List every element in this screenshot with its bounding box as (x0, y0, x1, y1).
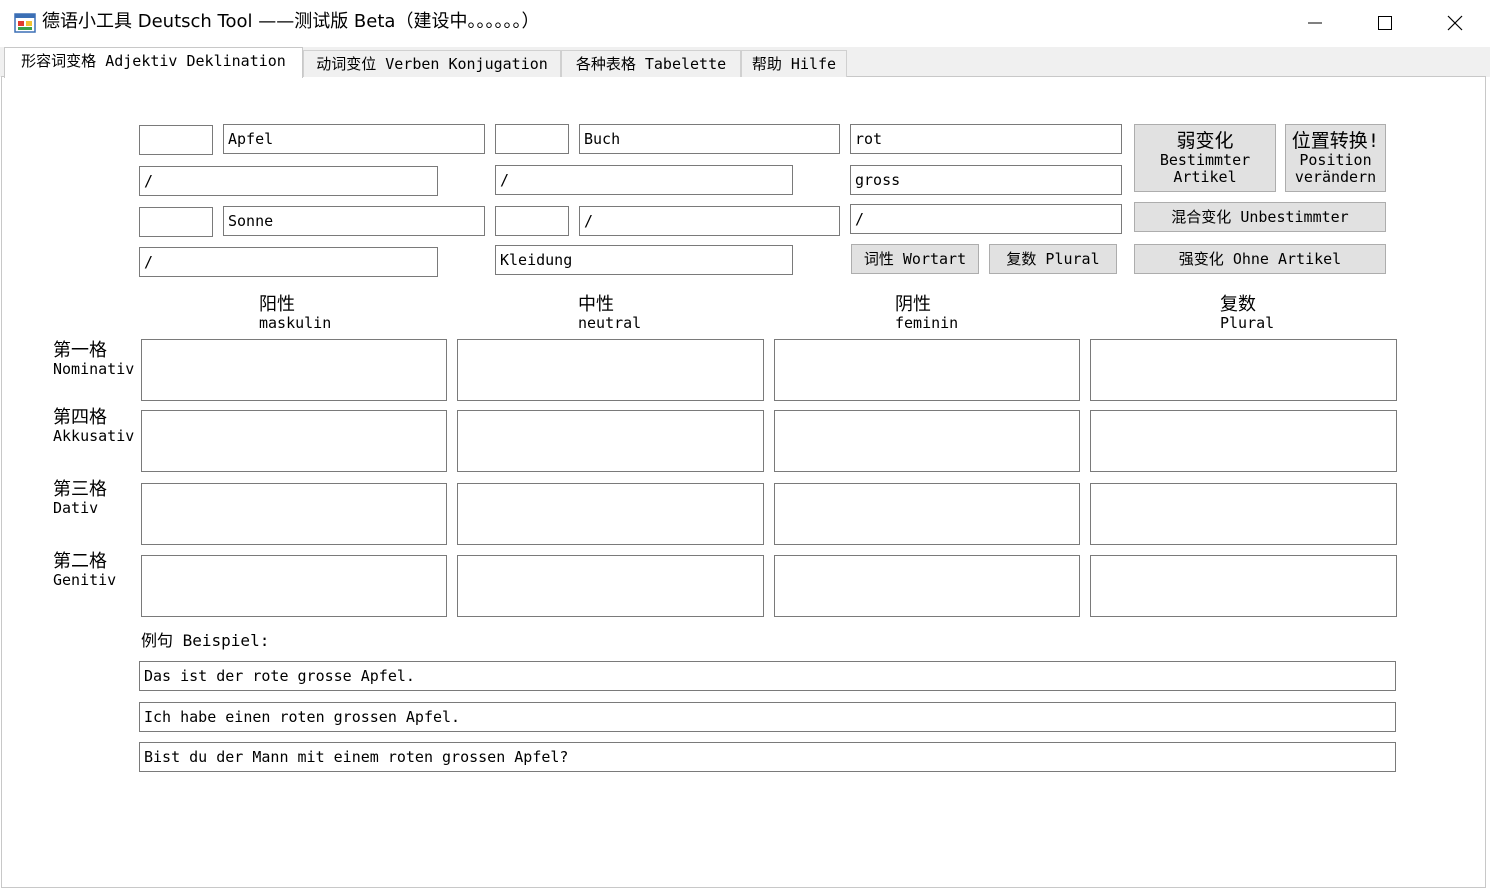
result-cell-nominativ-neutral[interactable] (457, 339, 764, 401)
weak-declension-button[interactable]: 弱变化 Bestimmter Artikel (1134, 124, 1276, 192)
plural-button[interactable]: 复数 Plural (989, 244, 1117, 274)
tab-adjektiv-deklination[interactable]: 形容词变格 Adjektiv Deklination (4, 47, 303, 78)
row4-mid-input[interactable] (495, 245, 793, 275)
mixed-declension-button[interactable]: 混合变化 Unbestimmter (1134, 202, 1386, 232)
result-cell-nominativ-plural[interactable] (1090, 339, 1397, 401)
row-header-nominativ: 第一格 Nominativ (53, 340, 135, 379)
column-header-plural: 复数 Plural (1220, 294, 1275, 333)
result-cell-akkusativ-neutral[interactable] (457, 410, 764, 472)
adjective-input-3[interactable] (850, 204, 1122, 234)
result-cell-nominativ-maskulin[interactable] (141, 339, 447, 401)
app-icon (14, 12, 36, 34)
tab-hilfe[interactable]: 帮助 Hilfe (741, 50, 847, 77)
result-cell-akkusativ-feminin[interactable] (774, 410, 1080, 472)
row-header-akkusativ: 第四格 Akkusativ (53, 407, 135, 446)
column-header-feminin: 阴性 feminin (895, 294, 959, 333)
column-header-neutral: 中性 neutral (578, 294, 642, 333)
tab-tabelette[interactable]: 各种表格 Tabelette (561, 50, 741, 77)
result-cell-akkusativ-maskulin[interactable] (141, 410, 447, 472)
position-swap-button[interactable]: 位置转换! Position verändern (1285, 124, 1386, 192)
wortart-button[interactable]: 词性 Wortart (851, 244, 979, 274)
article-input-1[interactable] (139, 125, 213, 155)
result-cell-genitiv-maskulin[interactable] (141, 555, 447, 617)
tab-verben-konjugation[interactable]: 动词变位 Verben Konjugation (303, 50, 561, 77)
noun-input-2[interactable] (579, 124, 840, 154)
result-cell-dativ-feminin[interactable] (774, 483, 1080, 545)
row2-left-input[interactable] (139, 166, 438, 196)
result-cell-nominativ-feminin[interactable] (774, 339, 1080, 401)
maximize-button[interactable] (1350, 0, 1420, 46)
result-cell-genitiv-neutral[interactable] (457, 555, 764, 617)
noun-input-1[interactable] (223, 124, 485, 154)
result-cell-dativ-maskulin[interactable] (141, 483, 447, 545)
close-button[interactable] (1420, 0, 1490, 46)
result-cell-akkusativ-plural[interactable] (1090, 410, 1397, 472)
maximize-icon (1378, 16, 1392, 30)
example-sentence-3[interactable]: Bist du der Mann mit einem roten grossen… (139, 742, 1396, 772)
result-cell-dativ-neutral[interactable] (457, 483, 764, 545)
article-input-4[interactable] (495, 206, 569, 236)
adjective-input-2[interactable] (850, 165, 1122, 195)
noun-input-3[interactable] (223, 206, 485, 236)
window-title: 德语小工具 Deutsch Tool ——测试版 Beta（建设中。。。。。。） (42, 11, 540, 32)
strong-declension-button[interactable]: 强变化 Ohne Artikel (1134, 244, 1386, 274)
column-header-maskulin: 阳性 maskulin (259, 294, 332, 333)
result-cell-genitiv-plural[interactable] (1090, 555, 1397, 617)
adjective-input-1[interactable] (850, 124, 1122, 154)
row4-left-input[interactable] (139, 247, 438, 277)
row-header-dativ: 第三格 Dativ (53, 479, 107, 518)
minimize-button[interactable] (1280, 0, 1350, 46)
minimize-icon (1308, 22, 1322, 24)
close-icon (1447, 15, 1463, 31)
noun-input-4[interactable] (579, 206, 840, 236)
example-label: 例句 Beispiel: (141, 631, 270, 650)
example-sentence-1[interactable]: Das ist der rote grosse Apfel. (139, 661, 1396, 691)
result-cell-dativ-plural[interactable] (1090, 483, 1397, 545)
article-input-2[interactable] (495, 124, 569, 154)
row-header-genitiv: 第二格 Genitiv (53, 551, 117, 590)
example-sentence-2[interactable]: Ich habe einen roten grossen Apfel. (139, 702, 1396, 732)
result-cell-genitiv-feminin[interactable] (774, 555, 1080, 617)
row2-mid-input[interactable] (495, 165, 793, 195)
article-input-3[interactable] (139, 207, 213, 237)
